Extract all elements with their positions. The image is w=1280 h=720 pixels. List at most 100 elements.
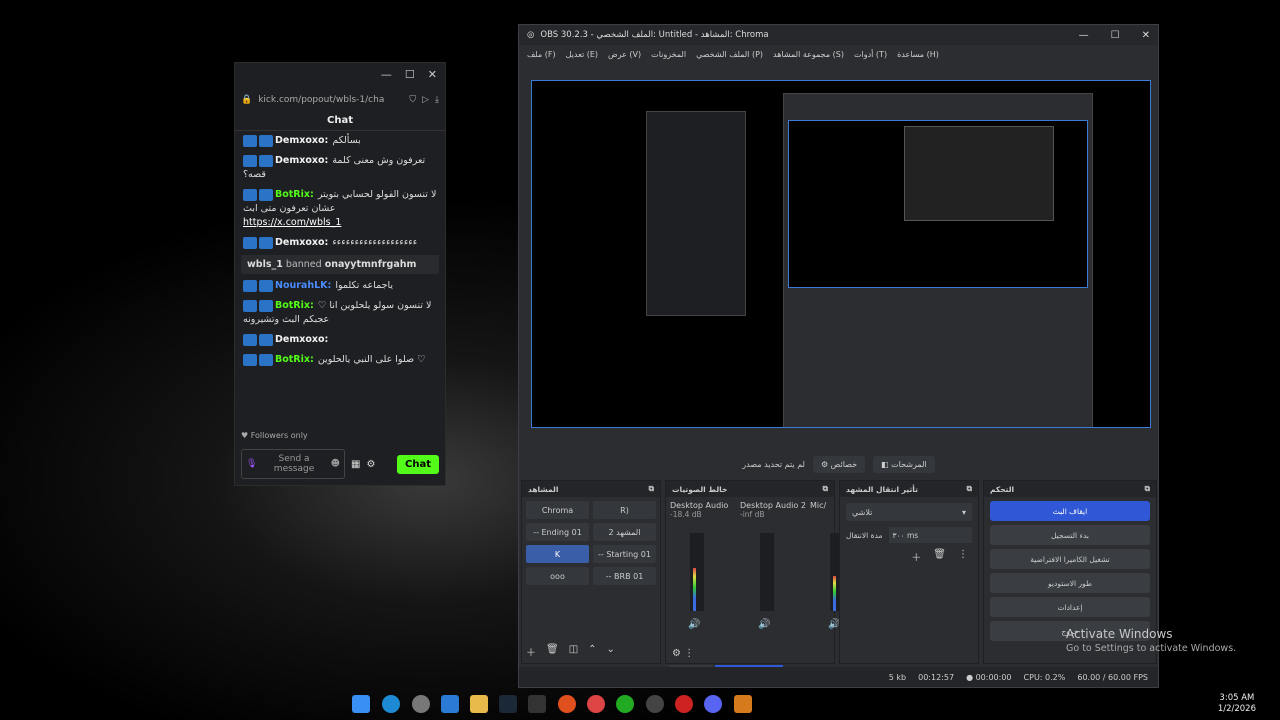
badge-icon bbox=[259, 333, 273, 346]
dock-float-icon[interactable]: ⧉ bbox=[649, 484, 654, 494]
shield-icon[interactable]: ⛉ bbox=[409, 95, 416, 105]
menu-item[interactable]: الملف الشخصي (P) bbox=[696, 50, 763, 59]
obs-logo-icon: ◎ bbox=[527, 30, 535, 40]
control-button[interactable]: بدء التسجيل bbox=[990, 525, 1150, 545]
filters-label: المرشحات bbox=[891, 459, 927, 469]
menu-item[interactable]: مجموعة المشاهد (S) bbox=[773, 50, 844, 59]
speaker-icon[interactable]: 🔊 bbox=[758, 619, 770, 630]
transition-select[interactable]: تلاشي ▾ bbox=[846, 503, 972, 521]
volume-fader[interactable] bbox=[690, 533, 704, 611]
edge-icon[interactable] bbox=[382, 695, 400, 713]
filters-button[interactable]: ◧ المرشحات bbox=[873, 455, 935, 473]
ban-target: onayytmnfrgahm bbox=[324, 259, 417, 270]
menu-item[interactable]: المخزونات bbox=[651, 50, 686, 59]
dock-float-icon[interactable]: ⧉ bbox=[823, 484, 828, 494]
badge-icon bbox=[259, 299, 273, 312]
speaker-icon[interactable]: 🔊 bbox=[688, 619, 700, 630]
app-icon[interactable] bbox=[734, 695, 752, 713]
epic-icon[interactable] bbox=[528, 695, 546, 713]
maximize-icon[interactable]: ☐ bbox=[1111, 30, 1120, 41]
control-button[interactable]: طور الاستوديو bbox=[990, 573, 1150, 593]
store-icon[interactable] bbox=[441, 695, 459, 713]
trash-icon[interactable]: 🗑 bbox=[546, 644, 559, 659]
menu-item[interactable]: عرض (V) bbox=[608, 50, 641, 59]
minimize-icon[interactable]: — bbox=[1079, 30, 1089, 41]
menu-item[interactable]: تعديل (E) bbox=[566, 50, 598, 59]
chat-send-button[interactable]: Chat bbox=[397, 454, 439, 474]
scene-item[interactable]: ooo bbox=[526, 567, 589, 585]
trash-icon[interactable]: 🗑 bbox=[933, 549, 946, 564]
chat-username[interactable]: BotRix: bbox=[275, 300, 314, 311]
control-button[interactable]: ايقاف البث bbox=[990, 501, 1150, 521]
obs-preview[interactable] bbox=[531, 80, 1151, 428]
add-icon[interactable]: ＋ bbox=[911, 549, 921, 564]
play-icon[interactable]: ▷ bbox=[422, 95, 429, 105]
scene-item[interactable]: -- Ending 01 bbox=[526, 523, 589, 541]
dock-float-icon[interactable]: ⧉ bbox=[967, 484, 972, 494]
chat-username[interactable]: Demxoxo: bbox=[275, 155, 328, 166]
volume-fader[interactable] bbox=[760, 533, 774, 611]
taskbar-clock[interactable]: 3:05 AM 1/2/2026 bbox=[1218, 693, 1256, 715]
scene-item[interactable]: Chroma bbox=[526, 501, 589, 519]
properties-button[interactable]: ⚙ خصائص bbox=[812, 455, 866, 473]
mixer-menu-icon[interactable]: ⋮ bbox=[684, 648, 694, 659]
steam-icon[interactable] bbox=[499, 695, 517, 713]
duration-input[interactable]: ٣٠٠ ms bbox=[888, 527, 972, 543]
dock-float-icon[interactable]: ⧉ bbox=[1145, 484, 1150, 494]
control-button[interactable]: إعدادات bbox=[990, 597, 1150, 617]
message-input[interactable]: 🎙 Send a message ☻ bbox=[241, 449, 345, 479]
maximize-icon[interactable]: ☐ bbox=[405, 68, 415, 81]
badge-icon bbox=[243, 236, 257, 249]
chat-message: Demxoxo: bbox=[235, 330, 445, 350]
taskbar bbox=[0, 690, 1280, 720]
chat-link[interactable]: https://x.com/wbls_1 bbox=[243, 217, 341, 228]
folder-icon[interactable] bbox=[470, 695, 488, 713]
menu-icon[interactable]: ⋮ bbox=[958, 549, 968, 564]
download-icon[interactable]: ⤓ bbox=[435, 95, 439, 105]
scene-item[interactable]: R) bbox=[593, 501, 656, 519]
close-icon[interactable]: ✕ bbox=[428, 68, 437, 81]
minimize-icon[interactable]: — bbox=[381, 68, 392, 81]
add-icon[interactable]: ＋ bbox=[526, 644, 536, 659]
up-icon[interactable]: ⌃ bbox=[588, 644, 596, 659]
settings-app-icon[interactable] bbox=[412, 695, 430, 713]
chat-username[interactable]: Demxoxo: bbox=[275, 237, 328, 248]
mixer-channel: Desktop Audio 2 -inf dB 🔊 bbox=[740, 501, 806, 630]
control-button[interactable]: تشغيل الكاميرا الافتراضية bbox=[990, 549, 1150, 569]
chat-message: BotRix: لا تنسون الفولو لحسابي بتويتر عشا… bbox=[235, 185, 445, 233]
chat-username[interactable]: Demxoxo: bbox=[275, 135, 328, 146]
obs-taskbar-icon[interactable] bbox=[646, 695, 664, 713]
level-meter bbox=[693, 568, 696, 611]
store-icon[interactable]: ▦ bbox=[351, 459, 360, 470]
followers-only-label: ♥ Followers only bbox=[235, 431, 445, 445]
close-icon[interactable]: ✕ bbox=[1142, 30, 1150, 41]
mic-icon[interactable]: 🎙 bbox=[246, 459, 257, 469]
chat-username[interactable]: NourahLK: bbox=[275, 280, 331, 291]
windows-start-icon[interactable] bbox=[352, 695, 370, 713]
heart-icon: ♥ bbox=[241, 431, 249, 440]
mixer-settings-icon[interactable]: ⚙ bbox=[672, 648, 681, 659]
address-bar[interactable]: 🔒 kick.com/popout/wbls-1/cha ⛉ ▷ ⤓ bbox=[241, 89, 439, 111]
emoji-icon[interactable]: ☻ bbox=[331, 459, 340, 469]
discord-icon[interactable] bbox=[704, 695, 722, 713]
badge-icon bbox=[243, 333, 257, 346]
channel-db: -18.4 dB bbox=[670, 510, 702, 519]
menu-item[interactable]: مساعدة (H) bbox=[897, 50, 939, 59]
chat-username[interactable]: BotRix: bbox=[275, 354, 314, 365]
menu-item[interactable]: ملف (F) bbox=[527, 50, 556, 59]
chat-username[interactable]: BotRix: bbox=[275, 189, 314, 200]
opera-icon[interactable] bbox=[675, 695, 693, 713]
app-orange-icon[interactable] bbox=[558, 695, 576, 713]
down-icon[interactable]: ⌄ bbox=[607, 644, 615, 659]
scene-item[interactable]: K bbox=[526, 545, 589, 563]
chrome-icon[interactable] bbox=[587, 695, 605, 713]
gear-icon[interactable]: ⚙ bbox=[366, 459, 375, 470]
scene-item[interactable]: -- BRB 01 bbox=[593, 567, 656, 585]
chrome-alt-icon[interactable] bbox=[616, 695, 634, 713]
chat-footer: ♥ Followers only 🎙 Send a message ☻ ▦ ⚙ … bbox=[235, 431, 445, 485]
filter-icon[interactable]: ◫ bbox=[569, 644, 578, 659]
scene-item[interactable]: المشهد 2 bbox=[593, 523, 656, 541]
scene-item[interactable]: -- Starting 01 bbox=[593, 545, 656, 563]
menu-item[interactable]: أدوات (T) bbox=[854, 50, 887, 59]
chat-username[interactable]: Demxoxo: bbox=[275, 334, 328, 345]
